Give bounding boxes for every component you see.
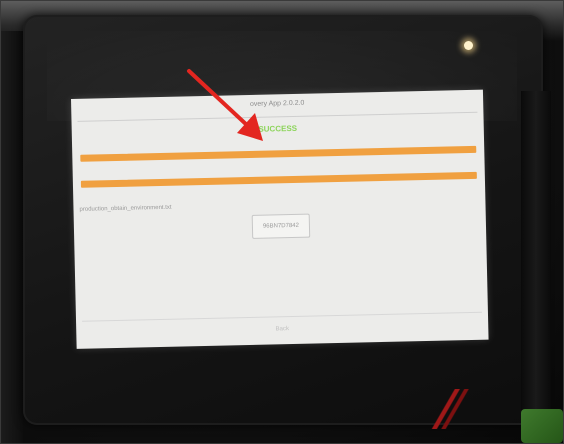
- progress-bar-2: [80, 171, 477, 188]
- status-text: SUCCESS: [258, 123, 298, 134]
- photo-frame: overy App 2.0.2.0 SUCCESS production_obt…: [0, 0, 564, 444]
- light-reflection: [464, 41, 473, 50]
- cable-bundle: [521, 91, 551, 421]
- red-cables: [429, 389, 469, 429]
- back-button[interactable]: Back: [262, 322, 302, 337]
- file-label: production_obtain_environment.txt: [79, 204, 172, 213]
- serial-field[interactable]: 96BN7D7842: [251, 213, 311, 239]
- progress-bar-1: [80, 145, 477, 162]
- left-edge: [1, 31, 23, 443]
- app-title: overy App 2.0.2.0: [249, 99, 305, 108]
- bottom-divider: [82, 311, 482, 322]
- recovery-app-window: overy App 2.0.2.0 SUCCESS production_obt…: [71, 89, 489, 349]
- green-device: [521, 409, 563, 443]
